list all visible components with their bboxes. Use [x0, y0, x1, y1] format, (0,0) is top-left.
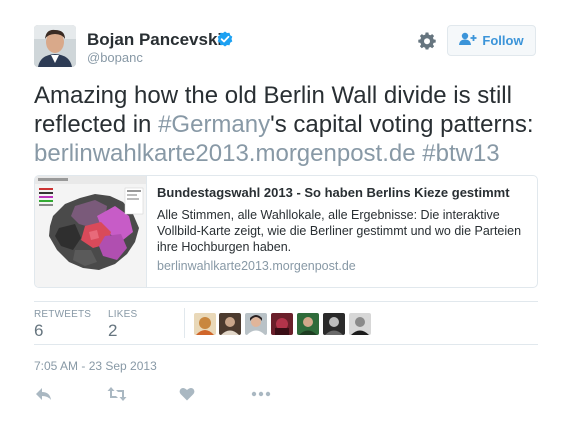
like-icon[interactable]: [179, 386, 197, 402]
author-handle[interactable]: @bopanc: [87, 50, 143, 65]
retweets-label[interactable]: RETWEETS: [34, 309, 91, 320]
retweets-count[interactable]: 6: [34, 321, 43, 341]
liker-avatar[interactable]: [297, 313, 319, 335]
likes-count[interactable]: 2: [108, 321, 117, 341]
divider-top: [34, 301, 538, 302]
link-card[interactable]: Bundestagswahl 2013 - So haben Berlins K…: [34, 175, 538, 288]
tweet-text: Amazing how the old Berlin Wall divide i…: [34, 81, 539, 168]
tweet-link[interactable]: berlinwahlkarte2013.morgenpost.de: [34, 140, 416, 167]
likes-label[interactable]: LIKES: [108, 309, 137, 320]
more-icon[interactable]: [251, 386, 271, 402]
liker-avatar[interactable]: [271, 313, 293, 335]
add-user-icon: [459, 32, 477, 49]
hashtag-germany[interactable]: #Germany: [158, 111, 270, 138]
liker-avatar[interactable]: [219, 313, 241, 335]
liker-avatar[interactable]: [323, 313, 345, 335]
hashtag-btw13[interactable]: #btw13: [422, 140, 499, 167]
retweet-icon[interactable]: [107, 386, 127, 402]
reply-icon[interactable]: [35, 386, 53, 402]
author-avatar[interactable]: [34, 25, 76, 67]
author-name[interactable]: Bojan Pancevski: [87, 30, 222, 50]
liker-avatar[interactable]: [245, 313, 267, 335]
berlin-map-thumbnail: [35, 176, 147, 287]
follow-button-label: Follow: [482, 33, 524, 48]
liker-avatar[interactable]: [194, 313, 216, 335]
stats-separator: [184, 308, 185, 338]
follow-button[interactable]: Follow: [447, 25, 536, 56]
card-url[interactable]: berlinwahlkarte2013.morgenpost.de: [157, 259, 356, 273]
verified-badge-icon: [217, 31, 233, 47]
divider-bottom: [34, 344, 538, 345]
gear-icon[interactable]: [418, 32, 436, 50]
liker-avatar[interactable]: [349, 313, 371, 335]
tweet-text-part2: 's capital voting patterns:: [270, 111, 534, 138]
tweet-timestamp[interactable]: 7:05 AM - 23 Sep 2013: [34, 359, 157, 373]
card-title[interactable]: Bundestagswahl 2013 - So haben Berlins K…: [157, 185, 510, 200]
card-description: Alle Stimmen, alle Wahllokale, alle Erge…: [157, 208, 522, 254]
